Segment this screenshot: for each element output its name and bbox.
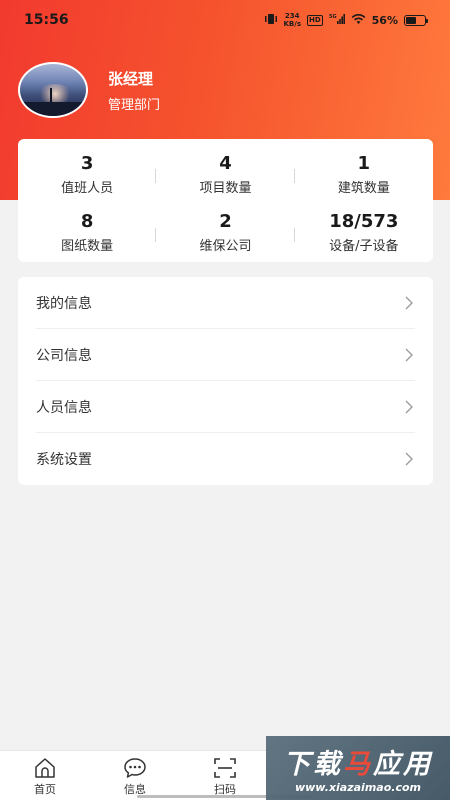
nav-item-messages[interactable]: 信息 — [90, 751, 180, 800]
wifi-icon — [351, 13, 366, 28]
nav-item-scan[interactable]: 扫码 — [180, 751, 270, 800]
chevron-right-icon — [403, 452, 415, 466]
stat-label: 图纸数量 — [61, 239, 114, 255]
chevron-right-icon — [403, 348, 415, 362]
stat-maintenance-companies[interactable]: 2 维保公司 — [156, 204, 295, 263]
status-icons: 234 KB/s HD 5G 56% — [264, 12, 428, 28]
stat-value: 3 — [80, 152, 94, 174]
network-speed-value: 234 — [284, 12, 300, 20]
stat-label: 值班人员 — [61, 180, 114, 196]
stat-devices[interactable]: 18/573 设备/子设备 — [295, 204, 433, 263]
profile-department: 管理部门 — [108, 97, 161, 113]
svg-text:5G: 5G — [329, 14, 337, 20]
stat-value: 1 — [357, 152, 371, 174]
avatar-glow — [38, 84, 72, 104]
menu-card: 我的信息 公司信息 人员信息 系统设置 — [18, 277, 433, 485]
battery-level — [406, 16, 417, 24]
nav-label: 首页 — [34, 782, 56, 796]
stat-projects[interactable]: 4 项目数量 — [156, 145, 295, 204]
avatar-ground — [20, 102, 86, 116]
stats-card: 3 值班人员 4 项目数量 1 建筑数量 8 图纸数量 2 维保公司 18/57… — [18, 139, 433, 262]
watermark-url: www.xiazaimao.com — [294, 781, 421, 794]
nav-item-home[interactable]: 首页 — [0, 751, 90, 800]
watermark-logo: 下载马应用 www.xiazaimao.com — [266, 736, 450, 800]
stat-drawings[interactable]: 8 图纸数量 — [18, 204, 157, 263]
network-speed: 234 KB/s — [284, 12, 301, 28]
battery-percent: 56% — [371, 13, 398, 27]
stat-label: 设备/子设备 — [329, 239, 399, 255]
menu-item-label: 系统设置 — [36, 452, 92, 468]
menu-item-label: 人员信息 — [36, 399, 92, 416]
signal-icon: 5G — [329, 13, 345, 28]
menu-item-system-settings[interactable]: 系统设置 — [36, 433, 415, 485]
menu-item-label: 我的信息 — [36, 295, 92, 312]
stat-value: 18/573 — [329, 211, 399, 233]
stat-label: 项目数量 — [199, 180, 252, 196]
stat-label: 维保公司 — [199, 239, 252, 255]
menu-item-label: 公司信息 — [36, 347, 92, 364]
menu-item-staff-info[interactable]: 人员信息 — [36, 381, 415, 433]
stat-value: 2 — [219, 211, 232, 233]
battery-icon — [404, 14, 428, 26]
watermark-part: 应用 — [373, 749, 433, 780]
chevron-right-icon — [403, 296, 415, 310]
hd-icon: HD — [306, 14, 323, 26]
network-speed-unit: KB/s — [283, 20, 301, 28]
status-time: 15:56 — [24, 12, 69, 28]
watermark-part-accent: 马 — [343, 749, 373, 780]
menu-item-company-info[interactable]: 公司信息 — [36, 329, 415, 381]
stat-value: 8 — [80, 211, 94, 233]
stat-label: 建筑数量 — [337, 180, 390, 196]
watermark-title: 下载马应用 — [283, 742, 433, 781]
profile-section[interactable]: 张经理 管理部门 — [18, 62, 160, 118]
profile-name: 张经理 — [108, 69, 154, 88]
stat-value: 4 — [219, 152, 232, 174]
stat-buildings[interactable]: 1 建筑数量 — [295, 145, 433, 204]
status-bar: 15:56 234 KB/s HD 5G 56% — [0, 0, 450, 40]
message-icon — [123, 757, 147, 779]
watermark-part: 下载 — [283, 749, 343, 780]
home-icon — [33, 757, 57, 779]
vibrate-icon — [264, 13, 278, 28]
profile-text: 张经理 管理部门 — [108, 68, 160, 113]
menu-item-my-info[interactable]: 我的信息 — [36, 277, 415, 329]
stat-duty-staff[interactable]: 3 值班人员 — [18, 145, 157, 204]
scan-icon — [213, 757, 237, 779]
chevron-right-icon — [403, 400, 415, 414]
avatar[interactable] — [18, 62, 88, 118]
